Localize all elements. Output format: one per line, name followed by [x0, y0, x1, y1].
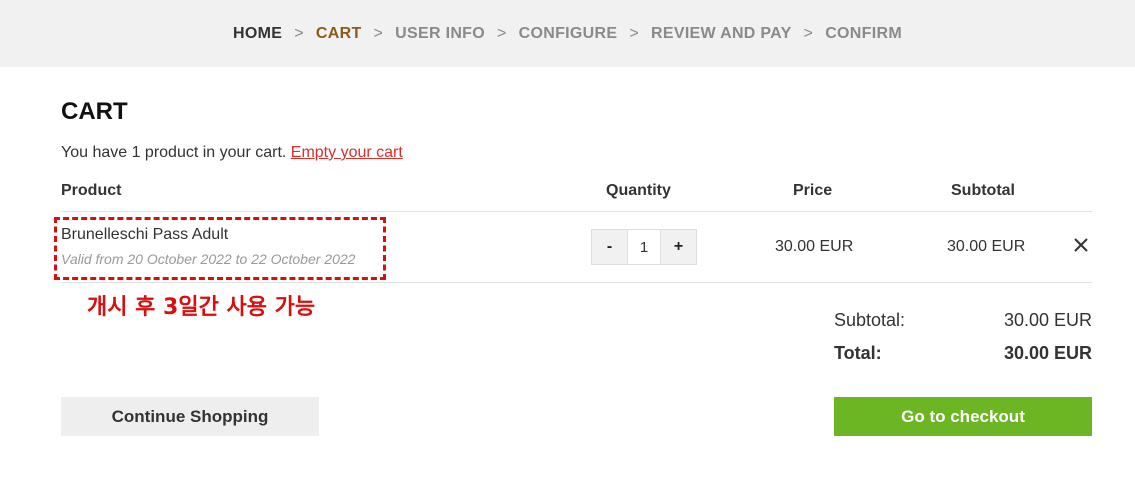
step-review-and-pay: REVIEW AND PAY: [651, 24, 792, 42]
column-header-product: Product: [61, 182, 122, 199]
summary-total-label: Total:: [834, 343, 882, 363]
column-header-quantity: Quantity: [606, 182, 671, 199]
step-separator: >: [629, 24, 640, 42]
increment-button[interactable]: +: [661, 230, 696, 264]
table-divider: [61, 211, 1092, 212]
step-cart[interactable]: CART: [316, 25, 362, 43]
summary-total-value: 30.00 EUR: [1003, 343, 1092, 363]
summary-subtotal-value: 30.00 EUR: [1003, 310, 1092, 330]
close-icon[interactable]: [1071, 235, 1091, 255]
go-to-checkout-button[interactable]: Go to checkout: [834, 397, 1092, 436]
item-subtotal: 30.00 EUR: [947, 238, 1026, 255]
step-separator: >: [294, 24, 304, 42]
continue-shopping-button[interactable]: Continue Shopping: [61, 397, 319, 436]
column-header-price: Price: [793, 182, 833, 199]
step-separator: >: [803, 24, 814, 42]
cart-count-text: You have 1 product in your cart.: [61, 144, 287, 161]
annotation-note: 개시 후 3일간 사용 가능: [87, 295, 316, 320]
step-home[interactable]: HOME: [233, 25, 282, 43]
quantity-value[interactable]: 1: [627, 230, 661, 264]
step-separator: >: [373, 24, 384, 42]
step-configure: CONFIGURE: [518, 24, 618, 42]
cart-info: You have 1 product in your cart. Empty y…: [61, 144, 403, 162]
step-separator: >: [497, 24, 507, 42]
quantity-stepper: - 1 +: [591, 229, 697, 265]
summary-subtotal-label: Subtotal:: [834, 310, 906, 330]
table-divider: [61, 282, 1092, 283]
column-header-subtotal: Subtotal: [951, 182, 1015, 199]
empty-cart-link[interactable]: Empty your cart: [291, 144, 403, 161]
item-price: 30.00 EUR: [775, 238, 854, 255]
step-confirm: CONFIRM: [825, 24, 902, 42]
checkout-steps-breadcrumb: HOME > CART > USER INFO > CONFIGURE > RE…: [0, 0, 1135, 67]
step-user-info: USER INFO: [395, 24, 485, 42]
annotation-highlight-box: [54, 217, 386, 280]
page-title: CART: [61, 98, 128, 125]
decrement-button[interactable]: -: [592, 230, 627, 264]
